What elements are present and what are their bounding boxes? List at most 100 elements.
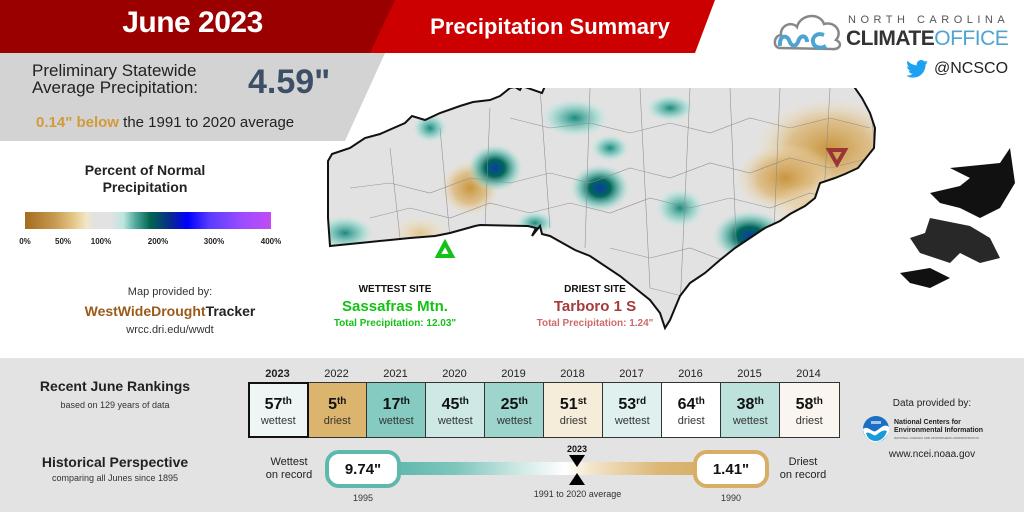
- legend-tick: 100%: [90, 237, 112, 246]
- ranking-year: 2017: [619, 368, 644, 380]
- ranking-type: driest: [677, 415, 705, 427]
- ranking-number: 38th: [721, 393, 780, 414]
- average-marker-icon: [569, 473, 585, 485]
- ranking-suffix: th: [518, 396, 528, 407]
- ranking-box: 53rd wettest: [602, 382, 663, 438]
- ranking-type: wettest: [732, 415, 768, 427]
- ranking-2014: 2014 58th driest: [779, 366, 840, 438]
- legend-tick: 0%: [19, 237, 31, 246]
- ranking-box: 5th driest: [307, 382, 368, 438]
- wettest-site-marker[interactable]: [434, 238, 456, 258]
- wettest-site-total: Total Precipitation: 12.03": [333, 318, 457, 329]
- statewide-average-label: Preliminary Statewide Average Precipitat…: [32, 62, 198, 96]
- ranking-number-value: 64: [677, 396, 696, 413]
- ranking-number-value: 25: [500, 396, 519, 413]
- ranking-box: 51st driest: [543, 382, 604, 438]
- data-credit-label: Data provided by:: [892, 398, 972, 409]
- difference-value: 0.14" below: [36, 114, 119, 131]
- ranking-number: 58th: [780, 393, 839, 414]
- ranking-number: 53rd: [603, 393, 662, 414]
- ranking-box: 58th driest: [779, 382, 840, 438]
- wettest-on-record-year: 1995: [352, 493, 374, 503]
- ranking-number-value: 51: [559, 396, 578, 413]
- driest-on-record-value: 1.41": [693, 450, 769, 488]
- wettest-label-line2: on record: [265, 469, 313, 481]
- ranking-number-value: 17: [382, 396, 401, 413]
- ranking-number: 25th: [485, 393, 544, 414]
- ranking-number-value: 57: [264, 396, 283, 413]
- statewide-label-line1: Preliminary Statewide: [32, 61, 197, 80]
- current-year-marker-icon: [569, 455, 585, 467]
- legend-ticks: 0% 50% 100% 200% 300% 400%: [0, 237, 300, 251]
- ranking-number: 51st: [544, 393, 603, 414]
- ranking-2019: 2019 25th wettest: [484, 366, 545, 438]
- ranking-suffix: th: [459, 396, 469, 407]
- average-difference: 0.14" below the 1991 to 2020 average: [36, 114, 294, 131]
- wwdt-url[interactable]: wrcc.dri.edu/wwdt: [70, 324, 270, 336]
- ranking-type: wettest: [378, 415, 414, 427]
- driest-site-name: Tarboro 1 S: [553, 298, 637, 315]
- wettest-label-line1: Wettest: [270, 456, 308, 468]
- ranking-year: 2015: [737, 368, 762, 380]
- ncei-logo: National Centers for Environmental Infor…: [862, 415, 1002, 443]
- legend-color-bar: [25, 212, 271, 229]
- ranking-year: 2014: [796, 368, 821, 380]
- legend-tick: 50%: [54, 237, 72, 246]
- logo-subtitle: NORTH CAROLINA: [848, 14, 1010, 26]
- map-credit-label: Map provided by:: [127, 286, 213, 298]
- wettest-on-record-label: Wettest on record: [258, 456, 320, 482]
- ranking-box: 17th wettest: [366, 382, 427, 438]
- driest-label-line1: Driest: [788, 456, 818, 468]
- rankings-title: Recent June Rankings: [39, 378, 191, 394]
- ranking-suffix: st: [577, 396, 587, 407]
- logo-title-light: OFFICE: [934, 27, 1009, 50]
- ranking-2023: 2023 57th wettest: [248, 366, 309, 438]
- ranking-suffix: th: [695, 396, 705, 407]
- driest-site-heading: DRIEST SITE: [564, 284, 626, 295]
- ranking-2018: 2018 51st driest: [543, 366, 604, 438]
- ranking-2017: 2017 53rd wettest: [602, 366, 663, 438]
- noaa-logo-icon: [863, 416, 889, 442]
- difference-text: the 1991 to 2020 average: [118, 114, 295, 131]
- cloud-icon: [773, 14, 842, 51]
- driest-site-total: Total Precipitation: 1.24": [536, 318, 654, 329]
- wwdt-brand-part1: WestWideDrought: [84, 303, 206, 319]
- ncei-name-line1: National Centers for: [894, 418, 961, 426]
- legend-title-line1: Percent of Normal: [84, 162, 206, 178]
- historical-title: Historical Perspective: [41, 454, 189, 470]
- ranking-type: wettest: [437, 415, 473, 427]
- wettest-on-record-value: 9.74": [325, 450, 401, 488]
- ranking-2022: 2022 5th driest: [307, 366, 368, 438]
- twitter-handle[interactable]: @NCSCO: [906, 60, 1008, 78]
- ranking-2015: 2015 38th wettest: [720, 366, 781, 438]
- header-title: Precipitation Summary: [430, 14, 670, 39]
- ranking-box: 25th wettest: [484, 382, 545, 438]
- ranking-box: 64th driest: [661, 382, 722, 438]
- ranking-year: 2020: [442, 368, 467, 380]
- statewide-label-line2: Average Precipitation:: [32, 78, 199, 97]
- ncei-name-line2: Environmental Information: [894, 426, 984, 434]
- ranking-2020: 2020 45th wettest: [425, 366, 486, 438]
- ranking-2021: 2021 17th wettest: [366, 366, 427, 438]
- driest-on-record-year: 1990: [720, 493, 742, 503]
- twitter-handle-text: @NCSCO: [934, 60, 1009, 77]
- rankings-table: 2023 57th wettest 2022 5th driest 2021 17th wett…: [248, 366, 840, 438]
- ranking-type: driest: [795, 415, 823, 427]
- legend-tick: 400%: [260, 237, 282, 246]
- ncei-url[interactable]: www.ncei.noaa.gov: [862, 449, 1002, 460]
- logo-title: CLIMATEOFFICE: [846, 27, 1009, 51]
- ranking-suffix: rd: [636, 396, 647, 407]
- ranking-suffix: th: [754, 396, 764, 407]
- ranking-box: 45th wettest: [425, 382, 486, 438]
- driest-label-line2: on record: [779, 469, 827, 481]
- twitter-icon: [906, 60, 928, 78]
- legend-title-line2: Precipitation: [102, 179, 188, 195]
- ranking-type: wettest: [614, 415, 650, 427]
- driest-on-record-label: Driest on record: [772, 456, 834, 482]
- legend-title: Percent of Normal Precipitation: [60, 162, 230, 196]
- wettest-site-name: Sassafras Mtn.: [342, 298, 448, 315]
- ranking-type: wettest: [496, 415, 532, 427]
- legend-tick: 200%: [147, 237, 169, 246]
- wettest-site-heading: WETTEST SITE: [358, 284, 432, 295]
- ranking-year: 2018: [560, 368, 585, 380]
